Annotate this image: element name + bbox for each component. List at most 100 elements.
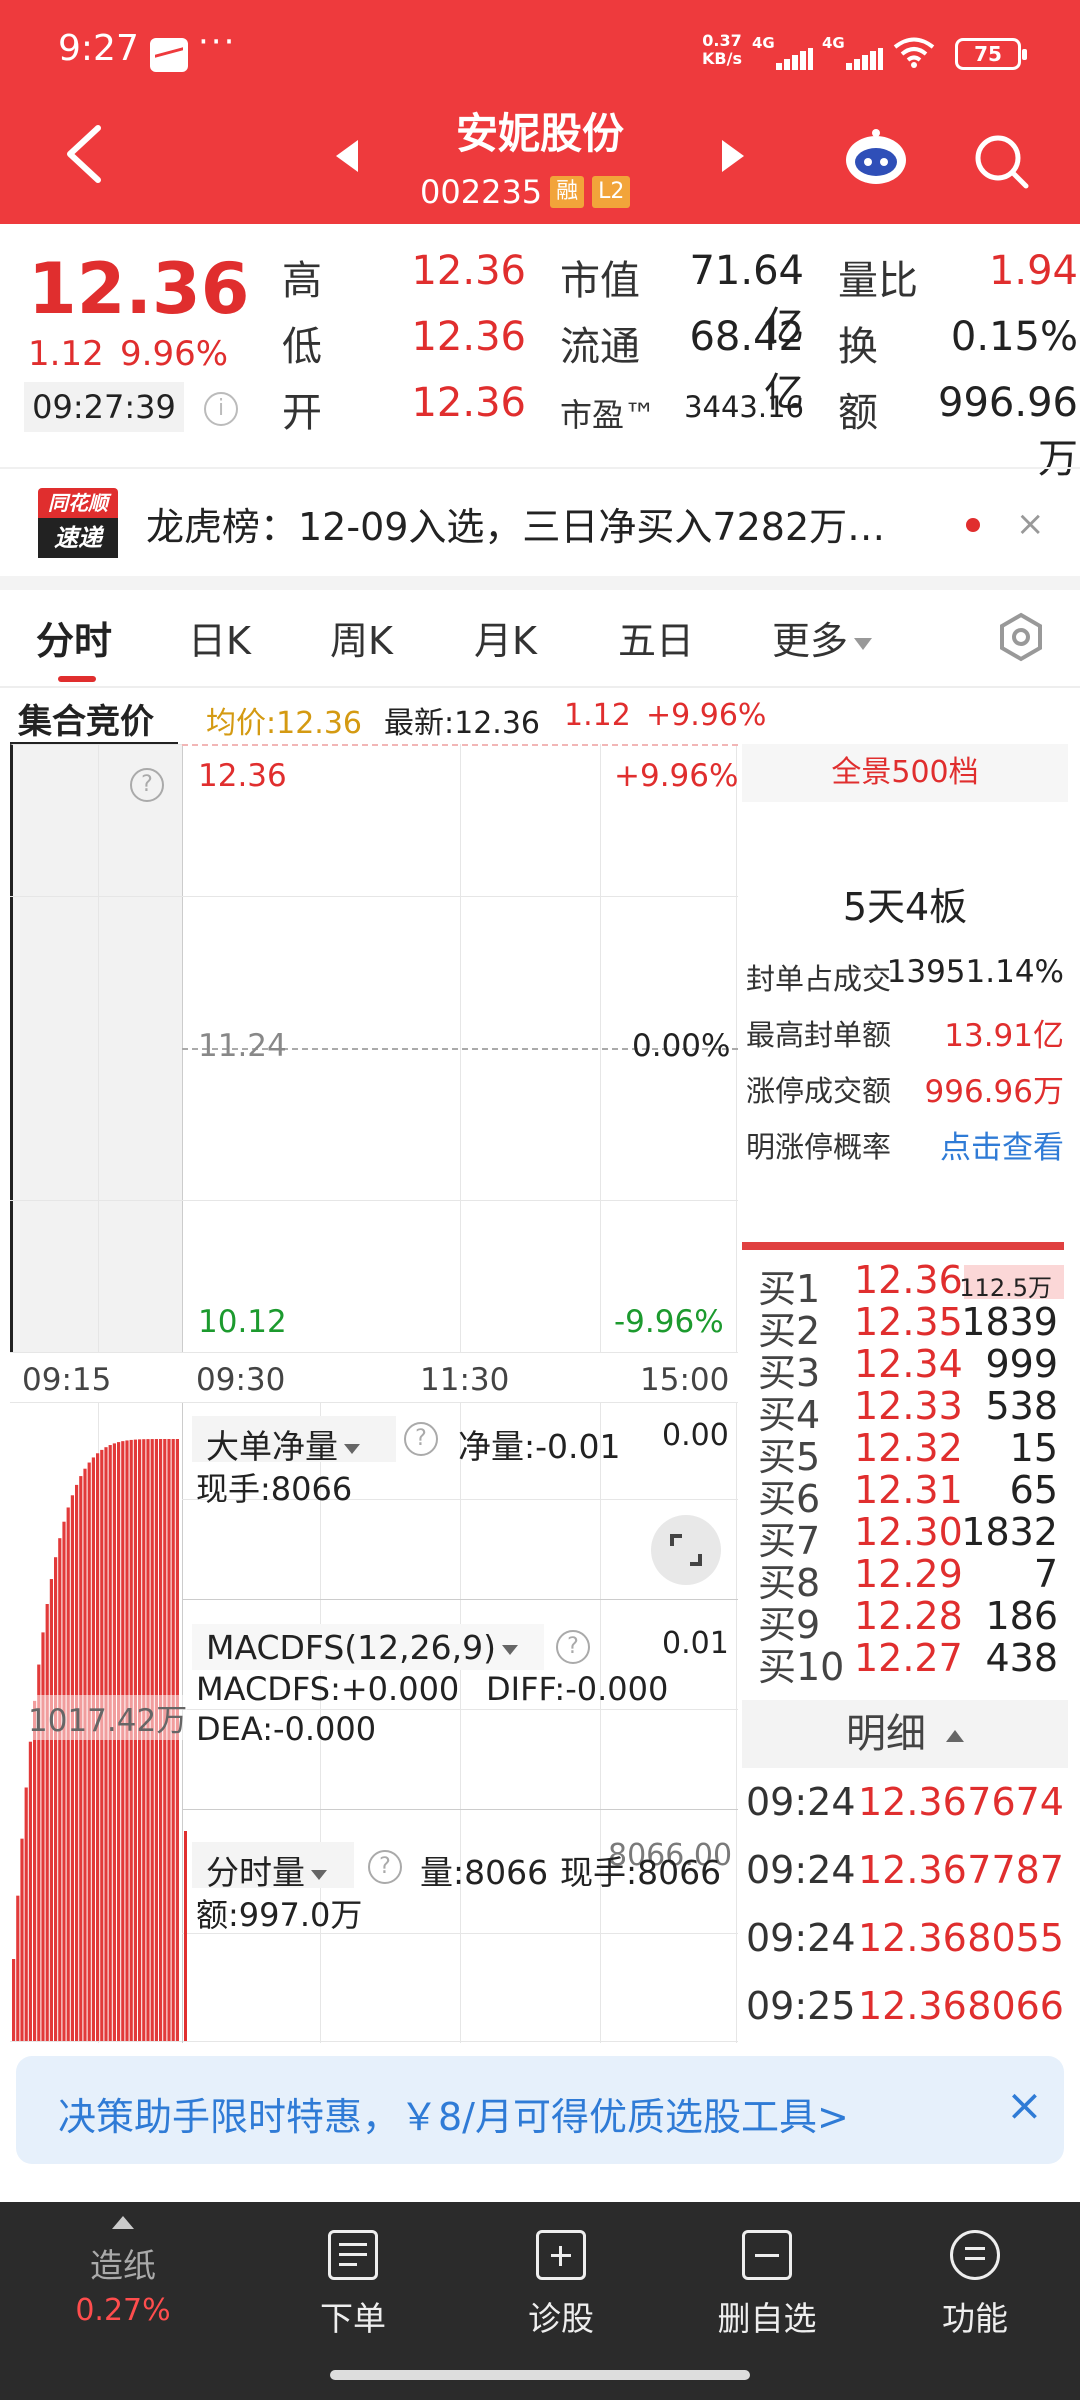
trade-price: 12.36 (858, 1916, 967, 1960)
caret-down-icon (501, 1644, 518, 1655)
search-icon[interactable] (972, 132, 1030, 190)
auction-volume-bar (62, 1521, 66, 2041)
auction-volume-bar (70, 1495, 74, 2041)
tab-daily-k[interactable]: 日K (188, 610, 251, 665)
order-button[interactable]: 下单 (278, 2230, 428, 2340)
big-order-title-text: 大单净量 (206, 1427, 338, 1466)
latest-price: 最新:12.36 (384, 706, 540, 741)
auction-volume-bar (41, 1632, 45, 2041)
help-icon[interactable]: ? (556, 1630, 590, 1664)
bid-row[interactable]: 买2 12.35 1839 (758, 1300, 1058, 1353)
expand-icon[interactable] (650, 1514, 722, 1586)
auction-volume-bar (45, 1604, 49, 2041)
trade-row[interactable]: 09:24 12.36 7674 (746, 1780, 1064, 1832)
auction-label[interactable]: 集合竞价 (18, 694, 154, 743)
back-button[interactable] (62, 124, 108, 184)
open-value: 12.36 (411, 380, 526, 426)
diagnose-button[interactable]: 诊股 (486, 2230, 636, 2340)
tab-intraday[interactable]: 分时 (36, 610, 112, 665)
summary-label: 最高封单额 (746, 1018, 892, 1052)
gridline (98, 744, 99, 1352)
panorama-500-button[interactable]: 全景500档 (742, 744, 1068, 802)
tab-weekly-k[interactable]: 周K (330, 610, 393, 665)
big-order-title[interactable]: 大单净量 (206, 1420, 360, 1468)
next-stock-button[interactable] (722, 140, 744, 172)
bid-row[interactable]: 买8 12.29 7 (758, 1552, 1058, 1605)
trade-row[interactable]: 09:24 12.36 8055 (746, 1916, 1064, 1968)
auction-volume-bar (75, 1484, 79, 2041)
auction-volume-bar (150, 1439, 154, 2041)
chart-settings-icon[interactable] (996, 612, 1046, 662)
caret-down-icon (854, 637, 873, 650)
bid-row[interactable]: 买9 12.28 186 (758, 1594, 1058, 1647)
remove-watchlist-button[interactable]: 删自选 (692, 2230, 842, 2340)
bid-volume: 1839 (961, 1300, 1058, 1344)
function-label: 功能 (942, 2299, 1008, 2338)
macd-scale: 0.01 (662, 1626, 729, 1661)
trade-price: 12.36 (858, 1848, 967, 1892)
bid-row[interactable]: 买4 12.33 538 (758, 1384, 1058, 1437)
tab-more[interactable]: 更多 (772, 610, 873, 665)
bid-row[interactable]: 买10 12.27 438 (758, 1636, 1058, 1689)
trade-time: 09:24 (746, 1780, 856, 1824)
dragon-tiger-banner[interactable]: 同花顺 速递 龙虎榜：12-09入选，三日净买入7282万… (0, 470, 1080, 576)
signal-icon-2 (846, 48, 884, 70)
bid-row[interactable]: 买7 12.30 1832 (758, 1510, 1058, 1563)
divider (0, 467, 1080, 469)
caret-up-icon (112, 2216, 134, 2229)
prev-stock-button[interactable] (336, 140, 358, 172)
low-value: 12.36 (411, 314, 526, 360)
dragon-close-button[interactable]: × (1016, 504, 1045, 544)
auction-volume-bar (12, 1959, 16, 2041)
diagnose-icon (536, 2230, 586, 2280)
promo-banner[interactable]: 决策助手限时特惠，￥8/月可得优质选股工具> × (16, 2056, 1064, 2164)
intraday-chart[interactable]: ? 12.36 +9.96% 11.24 0.00% 10.12 -9.96% (10, 744, 738, 1354)
auction-volume-bar (49, 1579, 53, 2041)
auction-volume-bar (112, 1443, 116, 2041)
turnover-value: 0.15% (950, 314, 1078, 360)
trade-row[interactable]: 09:24 12.36 7787 (746, 1848, 1064, 1900)
divider (0, 686, 1080, 688)
tab-monthly-k[interactable]: 月K (474, 610, 537, 665)
dragon-tiger-text: 龙虎榜：12-09入选，三日净买入7282万… (146, 505, 886, 549)
robot-assistant-icon[interactable] (842, 128, 910, 188)
summary-value: 13.91亿 (944, 1018, 1064, 1054)
help-icon[interactable]: ? (130, 768, 164, 802)
axis-bottom-price: 10.12 (198, 1304, 287, 1340)
bottom-toolbar: 造纸 0.27% 下单 诊股 删自选 功能 (0, 2202, 1080, 2400)
bid-row[interactable]: 买3 12.34 999 (758, 1342, 1058, 1395)
remove-watchlist-label: 删自选 (717, 2299, 817, 2338)
last-price: 12.36 (28, 248, 250, 330)
function-button[interactable]: 功能 (900, 2230, 1050, 2340)
help-icon[interactable]: ? (368, 1850, 402, 1884)
promo-close-button[interactable]: × (1006, 2080, 1043, 2131)
limit-up-line (182, 744, 738, 746)
auction-volume-bar (121, 1441, 125, 2041)
home-indicator[interactable] (330, 2370, 750, 2380)
trade-row[interactable]: 09:25 12.36 8066 (746, 1984, 1064, 2036)
limit-probability-link[interactable]: 点击查看 (940, 1122, 1064, 1167)
sector-button[interactable]: 造纸 0.27% (48, 2216, 198, 2328)
gridline (182, 1599, 738, 1600)
trade-time: 09:24 (746, 1848, 856, 1892)
order-label: 下单 (320, 2299, 386, 2338)
diagnose-label: 诊股 (528, 2299, 594, 2338)
detail-header[interactable]: 明细 (742, 1700, 1068, 1768)
auction-volume-bar (20, 1838, 24, 2041)
volume-title[interactable]: 分时量 (206, 1846, 327, 1894)
bid-row[interactable]: 买1 12.36 112.5万 (758, 1258, 1058, 1311)
help-icon[interactable]: ? (404, 1422, 438, 1456)
time-1500: 15:00 (640, 1362, 730, 1398)
summary-label: 涨停成交额 (746, 1074, 892, 1108)
tab-five-day[interactable]: 五日 (618, 610, 694, 665)
volume-hand: 现手:8066 (560, 1853, 722, 1892)
bid-price: 12.29 (854, 1552, 963, 1596)
macd-title[interactable]: MACDFS(12,26,9) (206, 1628, 518, 1667)
bid-row[interactable]: 买5 12.32 15 (758, 1426, 1058, 1479)
bid-row[interactable]: 买6 12.31 65 (758, 1468, 1058, 1521)
volume-title-text: 分时量 (206, 1853, 305, 1892)
caret-down-icon (311, 1869, 327, 1880)
auction-volume-bar (96, 1453, 100, 2041)
auction-volume-bar (138, 1439, 142, 2041)
info-icon[interactable]: i (204, 392, 238, 426)
